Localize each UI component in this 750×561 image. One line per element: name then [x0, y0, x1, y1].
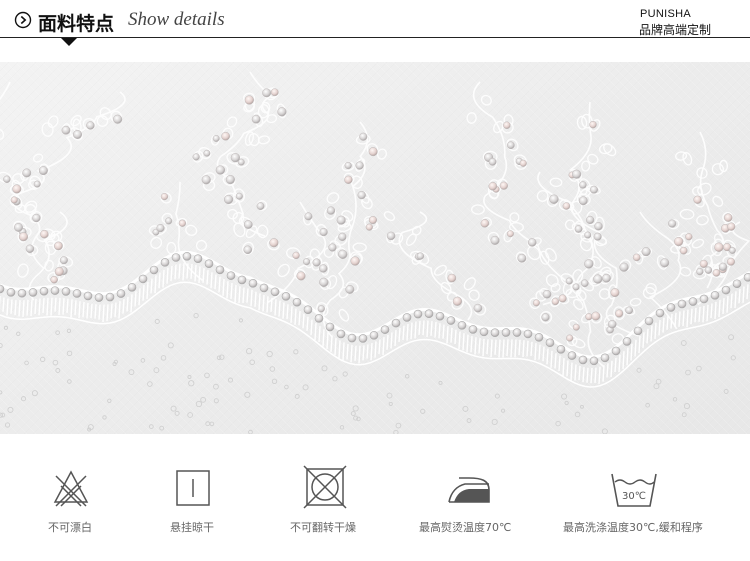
wash-30c-icon: 30℃ — [611, 473, 657, 507]
care-hang-dry: 悬挂晾干 — [170, 434, 230, 561]
header-divider — [0, 37, 750, 38]
section-title-en: Show details — [128, 9, 225, 30]
do-not-bleach-icon — [53, 470, 89, 507]
section-title-cn: 面料特点 — [38, 13, 115, 35]
do-not-tumble-dry-icon — [303, 465, 347, 509]
care-instructions: 不可漂白 悬挂晾干 不可翻转干燥 最高熨烫温度70℃ 30℃ 最高洗涤温度30℃ — [0, 434, 750, 561]
care-label: 不可翻转干燥 — [290, 521, 356, 534]
care-wash-30c: 30℃ 最高洗涤温度30℃,缓和程序 — [563, 434, 723, 561]
care-label: 悬挂晾干 — [170, 521, 214, 534]
care-do-not-bleach: 不可漂白 — [48, 434, 108, 561]
iron-70c-icon — [448, 477, 490, 503]
care-iron-70c: 最高熨烫温度70℃ — [419, 434, 524, 561]
section-header: 面料特点 Show details PUNISHA 品牌高端定制 — [0, 0, 750, 62]
brand-name: PUNISHA — [640, 8, 691, 20]
care-label: 最高熨烫温度70℃ — [419, 521, 512, 534]
lace-fabric-image — [0, 62, 750, 434]
brand-tagline: 品牌高端定制 — [639, 23, 712, 37]
care-do-not-tumble-dry: 不可翻转干燥 — [290, 434, 380, 561]
care-label: 最高洗涤温度30℃,缓和程序 — [563, 521, 703, 534]
wash-temp-text: 30℃ — [622, 491, 646, 502]
pointer-triangle-icon — [61, 38, 77, 46]
hang-dry-icon — [176, 470, 210, 506]
play-circle-icon — [14, 11, 32, 29]
lace-fabric-photo — [0, 62, 750, 434]
care-label: 不可漂白 — [48, 521, 92, 534]
